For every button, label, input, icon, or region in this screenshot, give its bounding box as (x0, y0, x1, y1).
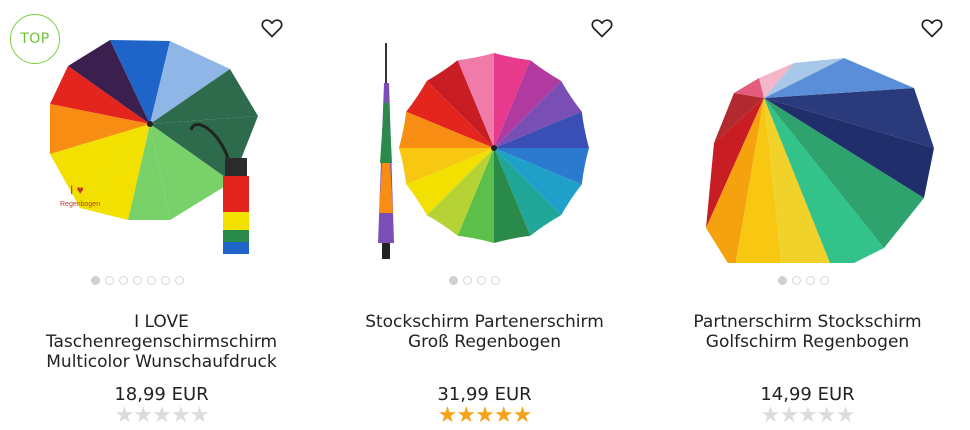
product-title[interactable]: I LOVE Taschenregenschirmschirm Multicol… (10, 312, 313, 372)
carousel-dot[interactable] (477, 276, 486, 285)
product-image[interactable] (646, 38, 969, 263)
image-carousel-dots (323, 276, 646, 285)
carousel-dot[interactable] (820, 276, 829, 285)
star-icon: ★ (512, 403, 533, 428)
product-title[interactable]: Partnerschirm Stockschirm Golfschirm Reg… (656, 312, 959, 352)
star-icon: ★ (114, 403, 135, 428)
product-title-line: Groß Regenbogen (407, 332, 562, 352)
heart-icon[interactable] (260, 16, 284, 40)
star-icon: ★ (170, 403, 191, 428)
product-price: 18,99 EUR (114, 384, 209, 405)
carousel-dot[interactable] (133, 276, 142, 285)
product-grid: TOP I ♥ Regenbogen I LOVE Taschenregensc… (0, 0, 970, 430)
rating-stars: ★★★★★ (646, 404, 969, 428)
carousel-dot[interactable] (147, 276, 156, 285)
rating-stars: ★★★★★ (323, 404, 646, 428)
star-icon: ★ (493, 403, 514, 428)
product-title[interactable]: Stockschirm Partenerschirm Groß Regenbog… (333, 312, 636, 352)
star-icon: ★ (437, 403, 458, 428)
carousel-dot[interactable] (105, 276, 114, 285)
carousel-dot[interactable] (91, 276, 100, 285)
product-title-line: Multicolor Wunschaufdruck (46, 352, 277, 372)
star-icon: ★ (760, 403, 781, 428)
carousel-dot[interactable] (778, 276, 787, 285)
product-price: 31,99 EUR (437, 384, 532, 405)
star-icon: ★ (133, 403, 153, 428)
star-icon: ★ (456, 403, 476, 428)
product-card[interactable]: Partnerschirm Stockschirm Golfschirm Reg… (646, 0, 969, 430)
carousel-dot[interactable] (491, 276, 500, 285)
image-carousel-dots (0, 276, 323, 285)
star-icon: ★ (816, 403, 837, 428)
carousel-dot[interactable] (792, 276, 801, 285)
product-price: 14,99 EUR (760, 384, 855, 405)
heart-icon[interactable] (920, 16, 944, 40)
heart-icon[interactable] (590, 16, 614, 40)
image-carousel-dots (646, 276, 969, 285)
product-image[interactable] (323, 38, 646, 263)
product-title-line: Partnerschirm Stockschirm (693, 312, 922, 332)
star-icon: ★ (779, 403, 799, 428)
carousel-dot[interactable] (463, 276, 472, 285)
svg-text:I ♥: I ♥ (70, 183, 84, 197)
star-icon: ★ (475, 403, 495, 428)
carousel-dot[interactable] (119, 276, 128, 285)
product-title-line: Stockschirm Partenerschirm (365, 312, 604, 332)
product-title-line: Golfschirm Regenbogen (705, 332, 910, 352)
umbrella-print-text: Regenbogen (60, 201, 100, 208)
carousel-dot[interactable] (161, 276, 170, 285)
carousel-dot[interactable] (175, 276, 184, 285)
star-icon: ★ (798, 403, 818, 428)
star-icon: ★ (152, 403, 172, 428)
product-title-line: I LOVE (134, 312, 189, 332)
product-card[interactable]: TOP I ♥ Regenbogen I LOVE Taschenregensc… (0, 0, 323, 430)
rating-stars: ★★★★★ (0, 404, 323, 428)
carousel-dot[interactable] (449, 276, 458, 285)
product-image[interactable]: I ♥ Regenbogen (0, 38, 323, 263)
star-icon: ★ (189, 403, 210, 428)
star-icon: ★ (835, 403, 856, 428)
product-title-line: Taschenregenschirmschirm (45, 332, 278, 352)
product-card[interactable]: Stockschirm Partenerschirm Groß Regenbog… (323, 0, 646, 430)
carousel-dot[interactable] (806, 276, 815, 285)
